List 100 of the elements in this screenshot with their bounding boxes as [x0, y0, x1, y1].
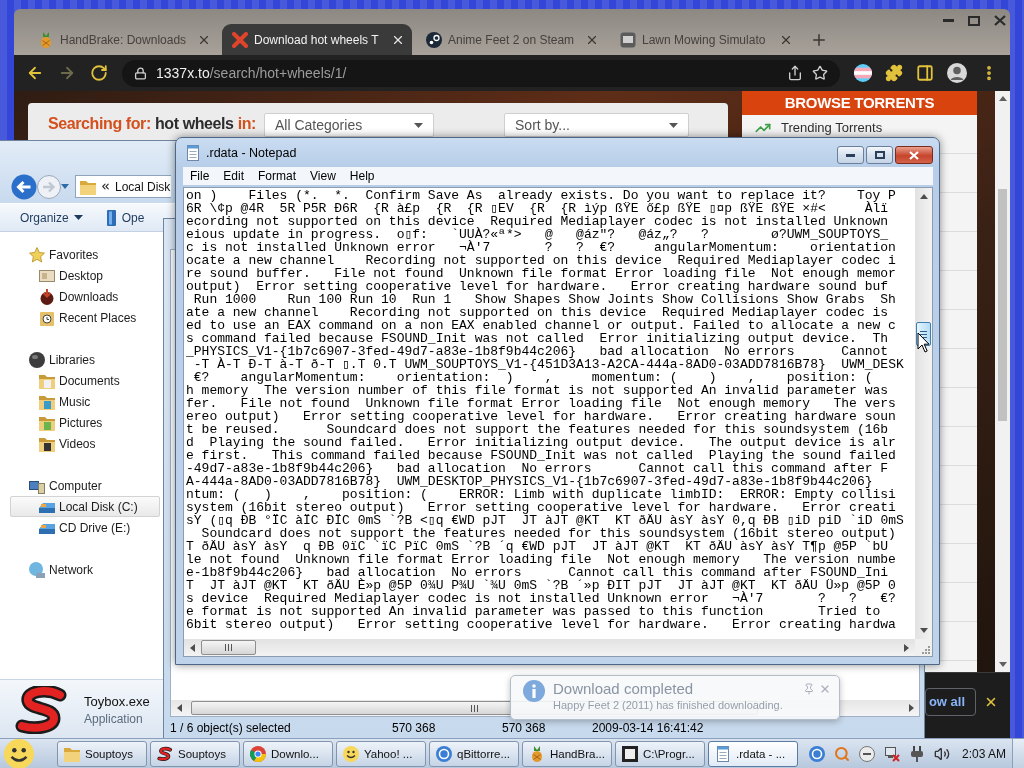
taskbar-button[interactable]: C:\Progr...	[615, 740, 705, 767]
minus-circle-icon[interactable]	[858, 745, 875, 762]
text-line: t be reused. Soundcard does not support the features needed for this soundsystem (16b	[186, 423, 889, 436]
nav-item[interactable]: Downloads	[10, 286, 160, 307]
nav-item[interactable]: Videos	[10, 433, 160, 454]
grip-icon	[920, 330, 927, 338]
nav-item[interactable]: Computer	[10, 475, 160, 496]
scroll-down-arrow-icon[interactable]	[998, 662, 1007, 667]
scrollbar[interactable]	[995, 91, 1010, 672]
scrollbar-thumb[interactable]	[201, 640, 256, 655]
nav-item[interactable]: Pictures	[10, 412, 160, 433]
folder-icon	[64, 745, 80, 762]
text-line: e-1b8f9b44c206} bad allocation No errors Cannot call this command after FSOUND_Ini	[186, 566, 889, 579]
text-line: d Playing the sound failed. Error initializing output device. The output device is alr	[186, 436, 896, 449]
close-button[interactable]	[895, 146, 933, 164]
scroll-right-arrow-icon[interactable]	[908, 704, 914, 712]
address-field[interactable]: Local Disk	[75, 175, 171, 198]
text-line: re sound buffer. File not found Unknown file format Error loading file Not enough memor	[186, 267, 896, 280]
grip-icon	[225, 644, 232, 651]
round-logo-icon	[436, 745, 452, 762]
cross-logo-icon	[232, 31, 248, 48]
scroll-left-arrow-icon[interactable]	[190, 643, 195, 652]
browser-tab[interactable]: Anime Feet 2 on Steam	[416, 24, 606, 55]
category-select[interactable]: All Categories	[264, 113, 434, 137]
text-line: ntum: ( ) , position: ( ERROR: Limb with duplicate limbID: ERROR: Empty collisi	[186, 488, 896, 501]
nav-item[interactable]: CD Drive (E:)	[10, 517, 160, 538]
maximize-icon[interactable]	[968, 15, 980, 26]
clock: 2:03 AM	[961, 746, 1006, 761]
minimize-button[interactable]	[837, 146, 864, 164]
taskbar-button[interactable]: qBittorre...	[429, 740, 519, 767]
browser-tab[interactable]: Lawn Mowing Simulato	[610, 24, 800, 55]
ring-logo-icon	[250, 745, 266, 762]
taskbar-button[interactable]: Souptoys	[150, 740, 240, 767]
text-line: €? angularMomentum: orientation: ) , momentum: ( ) , position: (	[192, 371, 873, 384]
taskbar-button[interactable]: Downlo...	[243, 740, 333, 767]
maximize-button[interactable]	[866, 146, 893, 164]
menu-item[interactable]: Format	[251, 169, 304, 183]
pineapple-icon	[529, 745, 545, 762]
notification-title: Download completed	[553, 680, 694, 698]
smiley-icon[interactable]	[4, 738, 34, 768]
size-grip-icon	[921, 645, 930, 654]
nav-item[interactable]: Network	[10, 559, 160, 580]
music-folder-icon	[39, 393, 55, 410]
nav-item[interactable]: Local Disk (C:)	[10, 496, 160, 517]
menu-item[interactable]: File	[183, 169, 217, 183]
nav-item[interactable]: Music	[10, 391, 160, 412]
double-chevron-icon[interactable]	[100, 181, 111, 192]
scroll-up-arrow-icon[interactable]	[998, 96, 1007, 101]
star-icon	[29, 246, 45, 263]
scroll-left-arrow-icon[interactable]	[176, 704, 182, 712]
forward-arrow-icon[interactable]	[58, 64, 76, 82]
nav-item[interactable]: Libraries	[10, 349, 160, 370]
close-icon[interactable]	[994, 15, 1006, 26]
share-icon[interactable]	[787, 65, 803, 81]
text-line: -T À-T Ð-T à-T ð-T ▯.T 0.T UWM_SOUPTOYS_V1-{451D3A13-A2CA-444a-8AD0-03ADD7816B78} UWM_DESK	[193, 358, 904, 371]
menu-item[interactable]: Help	[342, 169, 382, 183]
reload-icon[interactable]	[90, 64, 108, 82]
puzzle-icon[interactable]	[885, 64, 903, 82]
nav-item[interactable]: Documents	[10, 370, 160, 391]
nav-item[interactable]: Favorites	[10, 244, 160, 265]
speaker-icon[interactable]	[933, 745, 950, 762]
network-icon[interactable]	[883, 745, 900, 762]
caret-icon[interactable]	[61, 184, 69, 189]
text-line: _PHYSICS_V1-{1b7c6907-3fed-49d7-a83e-1b8f9b44c206} bad allocation No errors Cannot	[186, 345, 889, 358]
text-line: le not found Unknown file format Error loading file Not enough memory The version numbe	[186, 553, 896, 566]
scrollbar-thumb[interactable]	[998, 189, 1007, 421]
profile-icon[interactable]	[947, 63, 967, 83]
scrollbar[interactable]	[915, 188, 932, 639]
browser-tab[interactable]: HandBrake: Downloads	[28, 24, 218, 55]
power-plug-icon[interactable]	[908, 745, 925, 762]
text-line: Run 1000 Run 100 Run 10 Run 1 Show Shapes Show Joints Show Collisions Show Grabs Sh	[193, 293, 896, 306]
minimize-icon	[846, 153, 855, 157]
taskbar-button[interactable]: Souptoys	[57, 740, 147, 767]
taskbar-button[interactable]: .rdata - ...	[708, 740, 798, 767]
scrollbar[interactable]	[184, 639, 915, 656]
bookmark-star-icon[interactable]	[812, 65, 828, 81]
address-bar[interactable]: 1337x.to/search/hot+wheels/1/	[122, 59, 840, 87]
status-text: 570 368	[502, 721, 546, 735]
close-icon	[909, 150, 919, 160]
sidebar-link[interactable]: Trending Torrents	[781, 120, 883, 136]
scroll-down-arrow-icon[interactable]	[919, 628, 928, 633]
menu-item[interactable]: View	[303, 169, 343, 183]
taskbar-button[interactable]: HandBra...	[522, 740, 612, 767]
text-line: c is not installed Unknown error ¬À'7 ? ? €? angularMomentum: orientation	[186, 241, 896, 254]
clock-folder-icon	[39, 309, 55, 326]
taskbar-button[interactable]: Yahoo! ...	[336, 740, 426, 767]
sidebar-icon[interactable]	[916, 64, 934, 82]
scroll-up-arrow-icon[interactable]	[919, 194, 928, 199]
nav-item[interactable]: Desktop	[10, 265, 160, 286]
sort-select[interactable]: Sort by...	[504, 113, 689, 137]
text-line: ereo output) Error setting cooperative level for hardware. Error creating hardware soun	[186, 410, 896, 423]
scroll-right-arrow-icon[interactable]	[904, 643, 909, 652]
toolbar-button[interactable]: Ope	[100, 206, 151, 229]
nav-item[interactable]: Recent Places	[10, 307, 160, 328]
striped-circle-icon[interactable]	[854, 64, 872, 82]
menu-button[interactable]: Organize	[14, 206, 89, 229]
book-icon	[106, 209, 117, 226]
menu-item[interactable]: Edit	[216, 169, 252, 183]
browser-tab[interactable]: Download hot wheels T	[222, 24, 412, 55]
text-line: 6R \¢p @4R 5R P5R Ð6R {R à£p {R {R ▯EV {R {R ìýp ßŸE ő£p ßŸE ▯¤p ßŸE ßŸE ×#< Àlï	[186, 202, 889, 215]
